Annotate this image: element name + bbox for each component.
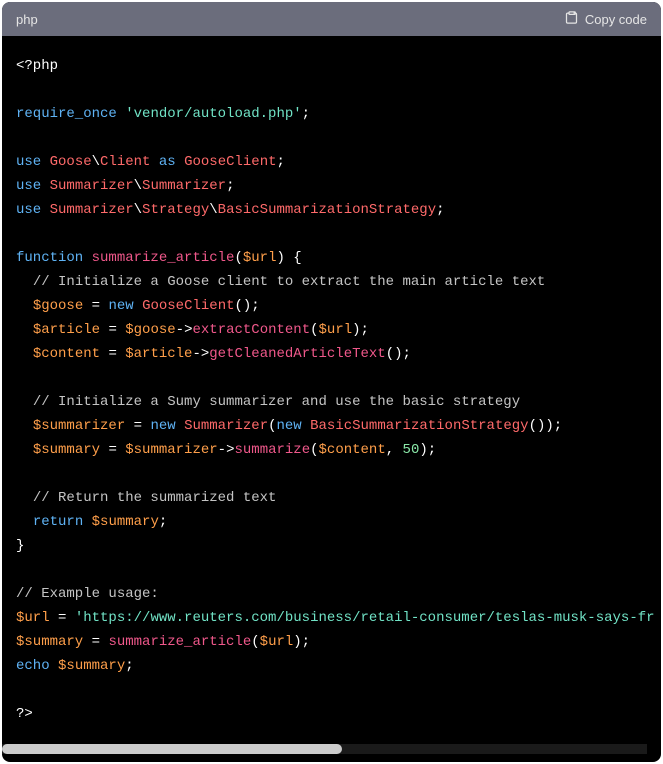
horizontal-scrollbar[interactable] (2, 744, 647, 754)
code-line: // Return the summarized text (16, 490, 276, 506)
copy-code-button[interactable]: Copy code (564, 10, 647, 28)
code-line: function summarize_article($url) { (16, 250, 302, 266)
code-line: $url = 'https://www.reuters.com/business… (16, 610, 655, 626)
code-line: use Goose\Client as GooseClient; (16, 154, 285, 170)
code-line: $content = $article->getCleanedArticleTe… (16, 346, 411, 362)
code-line: $summarizer = new Summarizer(new BasicSu… (16, 418, 562, 434)
code-content: <?php require_once 'vendor/autoload.php'… (2, 36, 661, 744)
code-line: echo $summary; (16, 658, 134, 674)
code-line: use Summarizer\Summarizer; (16, 178, 234, 194)
scrollbar-thumb[interactable] (2, 744, 342, 754)
code-line: use Summarizer\Strategy\BasicSummarizati… (16, 202, 445, 218)
code-line: require_once 'vendor/autoload.php'; (16, 106, 310, 122)
language-label: php (16, 12, 38, 27)
code-header: php Copy code (2, 2, 661, 36)
code-line: <?php (16, 58, 58, 74)
copy-code-label: Copy code (585, 12, 647, 27)
clipboard-icon (564, 10, 579, 28)
code-line: ?> (16, 706, 33, 722)
code-block: php Copy code <?php require_once 'vendor… (2, 2, 661, 762)
code-line: // Example usage: (16, 586, 159, 602)
code-line: $summary = summarize_article($url); (16, 634, 310, 650)
code-line: // Initialize a Goose client to extract … (16, 274, 545, 290)
code-line: return $summary; (16, 514, 167, 530)
code-line: $summary = $summarizer->summarize($conte… (16, 442, 436, 458)
code-line: // Initialize a Sumy summarizer and use … (16, 394, 520, 410)
code-line: $article = $goose->extractContent($url); (16, 322, 369, 338)
code-line: $goose = new GooseClient(); (16, 298, 260, 314)
code-line: } (16, 538, 24, 554)
